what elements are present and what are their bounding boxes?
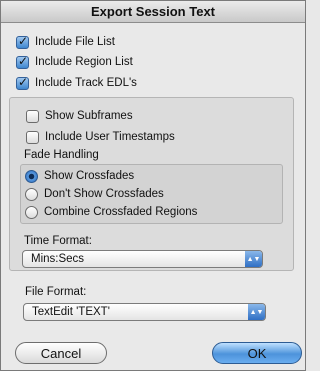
radio-selected-icon [25, 169, 38, 183]
file-format-value: TextEdit 'TEXT' [32, 306, 110, 318]
include-file-list-label: Include File List [35, 36, 115, 48]
fade-handling-heading: Fade Handling [24, 149, 99, 161]
export-session-text-dialog: Export Session Text Include File List In… [0, 0, 306, 371]
include-user-timestamps-checkbox[interactable]: Include User Timestamps [26, 129, 175, 145]
time-format-popup[interactable]: Mins:Secs ▲▼ [22, 250, 263, 268]
checkbox-checked-icon [16, 54, 29, 69]
dont-show-crossfades-label: Don't Show Crossfades [44, 188, 164, 200]
checkbox-unchecked-icon [26, 130, 39, 144]
ok-button[interactable]: OK [212, 342, 302, 364]
show-crossfades-radio[interactable]: Show Crossfades [25, 168, 134, 184]
include-region-list-label: Include Region List [35, 56, 133, 68]
file-format-popup[interactable]: TextEdit 'TEXT' ▲▼ [23, 303, 266, 321]
include-user-timestamps-label: Include User Timestamps [45, 131, 175, 143]
checkbox-unchecked-icon [26, 109, 39, 123]
radio-unselected-icon [25, 205, 38, 219]
checkbox-checked-icon [16, 75, 29, 90]
popup-arrows-icon: ▲▼ [248, 304, 265, 320]
include-track-edls-checkbox[interactable]: Include Track EDL's [16, 75, 137, 91]
include-region-list-checkbox[interactable]: Include Region List [16, 54, 133, 70]
dialog-title: Export Session Text [1, 1, 305, 23]
checkbox-checked-icon [16, 34, 29, 49]
time-format-label: Time Format: [24, 235, 92, 247]
popup-arrows-icon: ▲▼ [245, 251, 262, 267]
radio-unselected-icon [25, 187, 38, 201]
show-subframes-checkbox[interactable]: Show Subframes [26, 108, 133, 124]
cancel-button[interactable]: Cancel [15, 342, 107, 364]
combine-crossfaded-regions-radio[interactable]: Combine Crossfaded Regions [25, 204, 197, 220]
show-crossfades-label: Show Crossfades [44, 170, 135, 182]
show-subframes-label: Show Subframes [45, 110, 133, 122]
include-track-edls-label: Include Track EDL's [35, 77, 137, 89]
edl-options-group: Show Subframes Include User Timestamps F… [9, 97, 294, 271]
include-file-list-checkbox[interactable]: Include File List [16, 34, 115, 50]
dont-show-crossfades-radio[interactable]: Don't Show Crossfades [25, 186, 164, 202]
fade-handling-group: Show Crossfades Don't Show Crossfades Co… [20, 164, 283, 224]
time-format-value: Mins:Secs [31, 253, 85, 265]
file-format-label: File Format: [25, 286, 87, 298]
combine-crossfaded-regions-label: Combine Crossfaded Regions [44, 206, 198, 218]
